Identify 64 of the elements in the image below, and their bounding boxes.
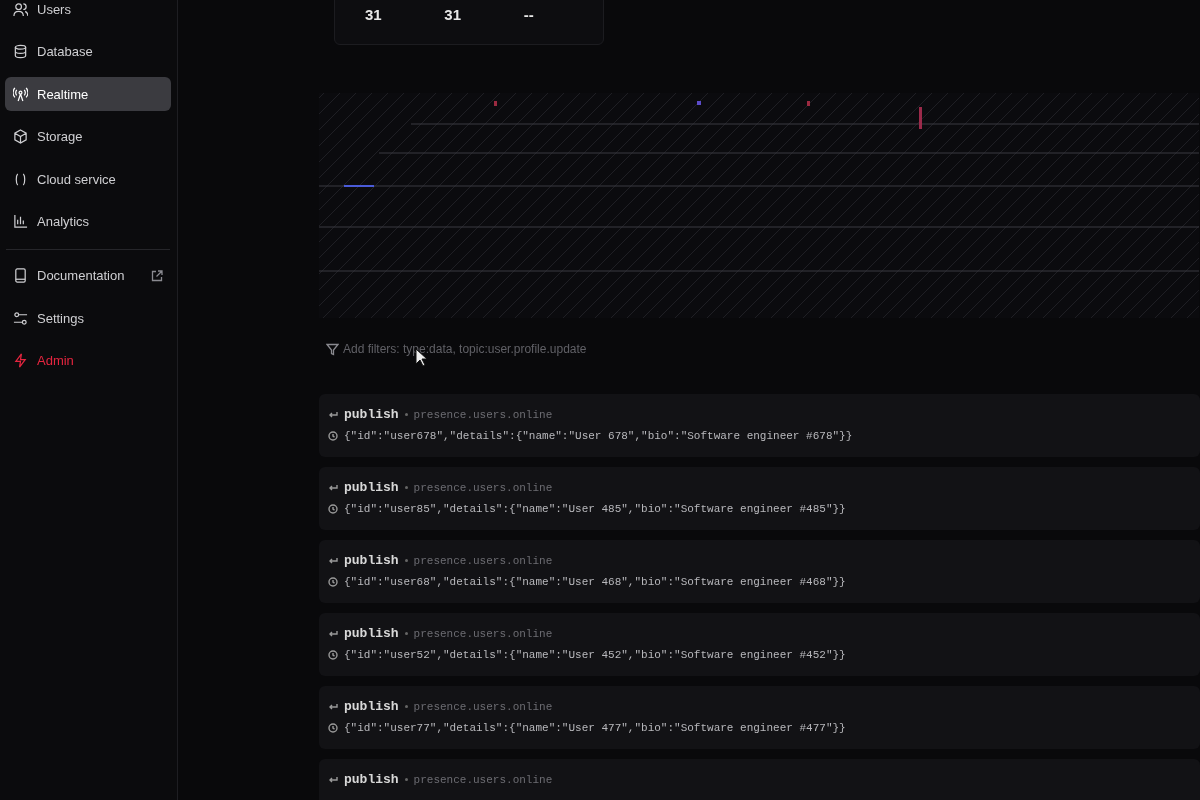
message-card[interactable]: publish presence.users.online [319, 759, 1200, 800]
lightning-icon [13, 353, 28, 368]
external-link-icon [151, 269, 163, 282]
return-arrow-icon [328, 774, 338, 785]
event-name: publish [344, 407, 399, 422]
sidebar-item[interactable]: Analytics [5, 204, 171, 239]
cube-icon [13, 129, 28, 144]
return-arrow-icon [328, 628, 338, 639]
filter-field[interactable]: Add filters: type:data, topic:user.profile.update [343, 342, 763, 356]
sidebar-item[interactable]: Realtime [5, 77, 171, 111]
clock-icon [328, 723, 338, 733]
separator-dot [404, 778, 408, 781]
sidebar-item[interactable]: Users [5, 0, 171, 26]
clock-icon [328, 650, 338, 660]
clock-icon [328, 577, 338, 587]
return-arrow-icon [328, 409, 338, 420]
sidebar-item[interactable]: Settings [5, 301, 171, 335]
message-card[interactable]: publish presence.users.online {"id":"user678","details":{"name":"User 678","bio":"Software engineer #678"}} [319, 394, 1200, 457]
separator-dot [404, 632, 408, 635]
clock-icon [328, 504, 338, 514]
return-arrow-icon [328, 555, 338, 566]
separator-dot [404, 559, 408, 562]
return-arrow-icon [328, 701, 338, 712]
topic-name: presence.users.online [413, 627, 553, 640]
cylinder-icon [13, 44, 28, 59]
stat-value: -- [523, 6, 535, 23]
message-card[interactable]: publish presence.users.online {"id":"user68","details":{"name":"User 468","bio":"Software engineer #468"}} [319, 540, 1200, 603]
event-name: publish [344, 626, 399, 641]
topic-name: presence.users.online [413, 773, 553, 786]
sliders-icon [13, 310, 28, 326]
sidebar-item[interactable]: Database [5, 34, 171, 69]
clock-icon [328, 431, 338, 441]
sidebar-item[interactable]: Admin [5, 343, 171, 378]
stat-value: 31 [444, 6, 462, 23]
filter-icon [326, 342, 339, 356]
return-arrow-icon [328, 482, 338, 493]
payload-text: {"id":"user678","details":{"name":"User 678","bio":"Software engineer #678"}} [344, 430, 853, 442]
topic-name: presence.users.online [413, 408, 553, 421]
topic-name: presence.users.online [413, 700, 553, 713]
topic-name: presence.users.online [413, 481, 553, 494]
sidebar-item[interactable]: Cloud service [5, 162, 171, 196]
users-icon [13, 1, 28, 17]
sidebar-item[interactable]: Documentation [5, 258, 171, 293]
stat-value: 31 [365, 6, 383, 23]
payload-text: {"id":"user77","details":{"name":"User 477","bio":"Software engineer #477"}} [344, 722, 846, 734]
book-icon [13, 268, 28, 283]
payload-text: {"id":"user85","details":{"name":"User 485","bio":"Software engineer #485"}} [344, 503, 846, 515]
separator-dot [404, 705, 408, 708]
payload-text: {"id":"user52","details":{"name":"User 452","bio":"Software engineer #452"}} [344, 649, 846, 661]
event-name: publish [344, 480, 399, 495]
sidebar-item[interactable]: Storage [5, 119, 171, 154]
bar-chart-icon [13, 214, 28, 229]
parentheses-icon [13, 171, 28, 187]
event-name: publish [344, 772, 399, 787]
separator-dot [404, 486, 408, 489]
event-name: publish [344, 553, 399, 568]
topic-name: presence.users.online [413, 554, 553, 567]
antenna-icon [13, 86, 28, 102]
message-card[interactable]: publish presence.users.online {"id":"user85","details":{"name":"User 485","bio":"Software engineer #485"}} [319, 467, 1200, 530]
payload-text: {"id":"user68","details":{"name":"User 468","bio":"Software engineer #468"}} [344, 576, 846, 588]
event-name: publish [344, 699, 399, 714]
message-card[interactable]: publish presence.users.online {"id":"user52","details":{"name":"User 452","bio":"Software engineer #452"}} [319, 613, 1200, 676]
message-card[interactable]: publish presence.users.online {"id":"user77","details":{"name":"User 477","bio":"Software engineer #477"}} [319, 686, 1200, 749]
separator-dot [404, 413, 408, 416]
